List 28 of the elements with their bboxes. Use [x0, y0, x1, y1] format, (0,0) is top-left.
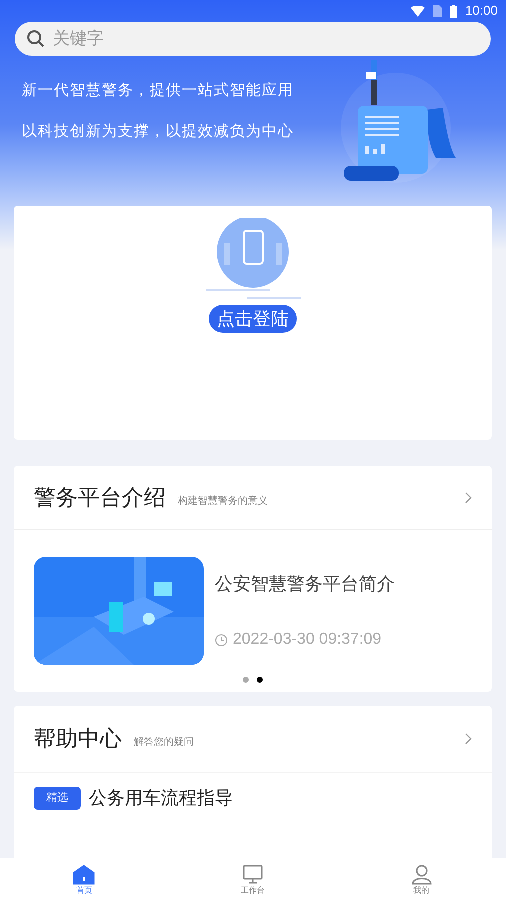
- article-time: 2022-03-30 09:37:09: [233, 630, 382, 650]
- article-item[interactable]: 公安智慧警务平台简介 2022-03-30 09:37:09: [14, 557, 492, 666]
- banner-text: 以科技创新为支撑，以提效减负为中心: [22, 122, 294, 142]
- home-icon: [73, 864, 96, 884]
- section-title: 帮助中心: [34, 725, 122, 754]
- search-field[interactable]: 关键字: [15, 22, 491, 56]
- help-item-title: 公务用车流程指导: [89, 786, 233, 810]
- help-item[interactable]: 精选 公务用车流程指导: [14, 784, 492, 812]
- section-subtitle: 构建智慧警务的意义: [178, 494, 268, 510]
- search-icon: [27, 30, 45, 48]
- status-time: 10:00: [465, 2, 498, 20]
- nav-tab[interactable]: 我的: [337, 858, 506, 901]
- user-icon: [410, 864, 433, 884]
- nav-tab[interactable]: 工作台: [168, 858, 338, 901]
- nav-tab[interactable]: 首页: [0, 858, 169, 901]
- chevron-right-icon[interactable]: [465, 732, 472, 745]
- banner-text: 新一代智慧警务，提供一站式智能应用: [22, 81, 294, 101]
- no-sim-icon: [433, 5, 442, 17]
- article-title: 公安智慧警务平台简介: [215, 573, 395, 596]
- featured-tag: 精选: [34, 786, 81, 810]
- wifi-icon: [411, 6, 426, 16]
- section-subtitle: 解答您的疑问: [134, 736, 194, 750]
- chevron-right-icon[interactable]: [465, 492, 472, 504]
- clock-icon: [215, 634, 228, 647]
- battery-icon: [450, 4, 458, 18]
- monitor-icon: [242, 864, 264, 884]
- section-title: 警务平台介绍: [34, 484, 166, 512]
- login-button[interactable]: 点击登陆: [209, 305, 297, 333]
